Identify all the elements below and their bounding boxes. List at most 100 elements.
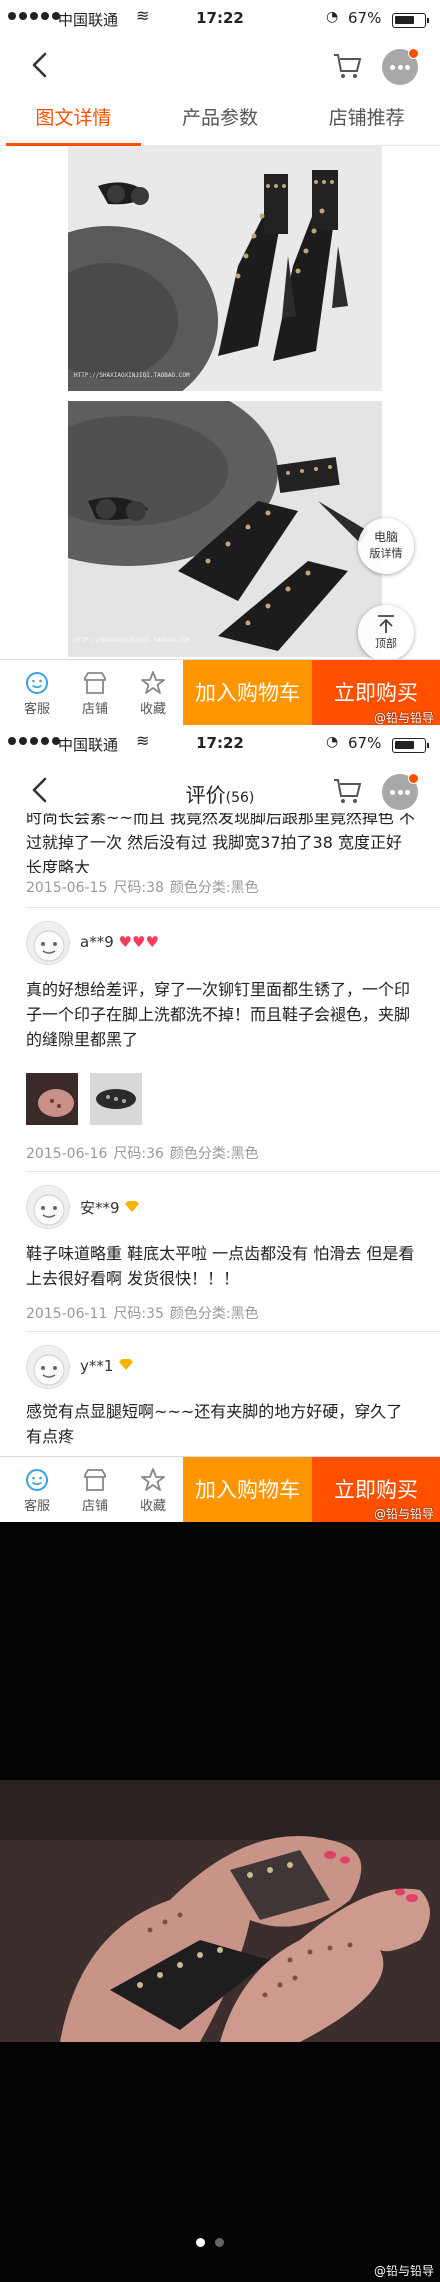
heart-level-icons: ♥♥♥ (119, 933, 159, 951)
review-item: 时尚长会素~~而且 我竟然发现脚后跟那里竟然掉色 不过就掉了一次 然后没有过 我… (0, 813, 440, 873)
product-photo-2: HTTP://SHAXIAOXINJIQI.TAOBAO.COM (68, 401, 382, 657)
feet-photo (0, 1780, 440, 2042)
username: 安**9 (80, 1197, 140, 1218)
star-icon (141, 1468, 165, 1491)
gold-diamond-icon (125, 1201, 140, 1212)
review-meta: 2015-06-11 尺码:35 颜色分类:黑色 (26, 1303, 265, 1323)
divider (26, 1171, 440, 1172)
sandals-hat-photo (68, 146, 382, 391)
divider (26, 907, 440, 908)
cart-icon[interactable] (332, 777, 362, 805)
review-date: 2015-06-16 (26, 1146, 108, 1162)
favorite-button[interactable]: 收藏 (124, 660, 182, 725)
review-date: 2015-06-11 (26, 1306, 108, 1322)
more-options-button[interactable] (382, 48, 419, 85)
page-title: 评价(56) (0, 779, 440, 808)
shop-icon (84, 672, 106, 694)
desktop-button-line2: 版详情 (369, 547, 403, 560)
watermark-text: HTTP://SHAXIAOXINJIQI.TAOBAO.COM (74, 372, 190, 379)
avatar (26, 1345, 70, 1389)
review-text: 感觉有点显腿短啊~~~还有夹脚的地方好硬，穿久了有点疼 (26, 1402, 403, 1446)
nav-bar: 评价(56) (0, 765, 440, 817)
review-count: (56) (225, 790, 255, 806)
status-bar: 中国联通 ≋ 17:22 ◔ 67% (0, 0, 440, 40)
add-to-cart-button[interactable]: 加入购物车 (183, 660, 312, 725)
avatar (26, 1185, 70, 1229)
back-to-top-button[interactable]: 顶部 (358, 605, 414, 661)
reviews-screen: 中国联通 ≋ 17:22 ◔ 67% 评价(56) 时尚长会素~~而且 我竟然发… (0, 725, 440, 1522)
notification-dot (408, 773, 419, 784)
review-color: 颜色分类:黑色 (169, 1146, 259, 1162)
shop-button[interactable]: 店铺 (66, 1457, 124, 1522)
battery-icon (392, 13, 429, 28)
tab-product-params[interactable]: 产品参数 (147, 92, 294, 145)
back-arrow-icon[interactable] (26, 50, 56, 80)
battery-icon (392, 738, 429, 753)
bottom-action-bar: 客服 店铺 收藏 加入购物车 立即购买 @铅与铅导 (0, 1456, 440, 1522)
gold-diamond-icon (119, 1359, 134, 1370)
nav-bar (0, 40, 440, 92)
favorite-label: 收藏 (139, 1499, 166, 1514)
title-text: 评价 (185, 783, 226, 807)
shop-button[interactable]: 店铺 (66, 660, 124, 725)
tab-graphic-details[interactable]: 图文详情 (0, 92, 147, 146)
favorite-label: 收藏 (139, 702, 166, 717)
heart-icon: ♥ (145, 933, 159, 951)
star-icon (141, 671, 165, 694)
review-meta: 2015-06-16 尺码:36 颜色分类:黑色 (26, 1143, 265, 1163)
product-photo-1: HTTP://SHAXIAOXINJIQI.TAOBAO.COM (68, 146, 382, 391)
review-text: 鞋子味道略重 鞋底太平啦 一点齿都没有 怕滑去 但是看上去很好看啊 发货很快！！… (26, 1244, 415, 1288)
heart-icon: ♥ (118, 933, 132, 951)
tab-shop-recommend[interactable]: 店铺推荐 (293, 92, 440, 145)
avatar (26, 921, 70, 965)
username-text: a**9 (80, 933, 114, 951)
enlarged-review-photo[interactable] (0, 1780, 440, 2042)
review-date: 2015-06-15 (26, 880, 108, 896)
service-label: 客服 (23, 1499, 50, 1514)
service-face-icon (26, 672, 48, 694)
favorite-button[interactable]: 收藏 (124, 1457, 182, 1522)
cart-icon[interactable] (332, 52, 362, 80)
review-size: 尺码:38 (113, 880, 164, 896)
credit-watermark: @铅与铅导 (373, 711, 434, 725)
desktop-version-button[interactable]: 电脑 版详情 (358, 518, 414, 574)
heart-icon: ♥ (131, 933, 146, 951)
bottom-action-bar: 客服 店铺 收藏 加入购物车 立即购买 @铅与铅导 (0, 659, 440, 725)
notification-dot (408, 48, 419, 59)
battery-percent: 67% (348, 734, 382, 752)
status-bar: 中国联通 ≋ 17:22 ◔ 67% (0, 725, 440, 765)
review-size: 尺码:36 (113, 1146, 164, 1162)
watermark-text: HTTP://SHAXIAOXINJIQI.TAOBAO.COM (74, 637, 190, 644)
product-detail-screen: 中国联通 ≋ 17:22 ◔ 67% 图文详情 产品参数 店铺推荐 HTTP:/… (0, 0, 440, 725)
shop-icon (84, 1469, 106, 1491)
review-text: 时尚长会素~~而且 我竟然发现脚后跟那里竟然掉色 不过就掉了一次 然后没有过 我… (26, 813, 415, 873)
battery-percent: 67% (348, 9, 382, 27)
detail-tabs: 图文详情 产品参数 店铺推荐 (0, 92, 440, 146)
shop-label: 店铺 (81, 702, 108, 717)
review-text: 真的好想给差评，穿了一次铆钉里面都生锈了，一个印子一个印子在脚上洗都洗不掉！而且… (26, 980, 411, 1049)
add-to-cart-button[interactable]: 加入购物车 (183, 1457, 312, 1522)
photo-pager[interactable] (196, 2238, 224, 2247)
divider (26, 1331, 440, 1332)
top-button-label: 顶部 (375, 637, 397, 650)
pager-dot-active[interactable] (196, 2238, 205, 2247)
review-photo-thumbnail[interactable] (90, 1073, 142, 1125)
service-label: 客服 (23, 702, 50, 717)
review-color: 颜色分类:黑色 (169, 880, 259, 896)
review-color: 颜色分类:黑色 (169, 1306, 259, 1322)
customer-service-button[interactable]: 客服 (8, 1457, 66, 1522)
username-text: y**1 (80, 1357, 114, 1375)
credit-watermark: @铅与铅导 (373, 2264, 434, 2278)
shop-label: 店铺 (81, 1499, 108, 1514)
arrow-up-icon (378, 615, 394, 633)
rotation-lock-icon: ◔ (326, 9, 339, 25)
customer-service-button[interactable]: 客服 (8, 660, 66, 725)
pager-dot[interactable] (215, 2238, 224, 2247)
review-photo-thumbnail[interactable] (26, 1073, 78, 1125)
desktop-button-line1: 电脑 (373, 530, 398, 544)
more-options-button[interactable] (382, 773, 419, 810)
credit-watermark: @铅与铅导 (373, 1507, 434, 1521)
sandals-hat-photo (68, 401, 382, 657)
review-meta: 2015-06-15 尺码:38 颜色分类:黑色 (26, 877, 265, 897)
review-size: 尺码:35 (113, 1306, 164, 1322)
